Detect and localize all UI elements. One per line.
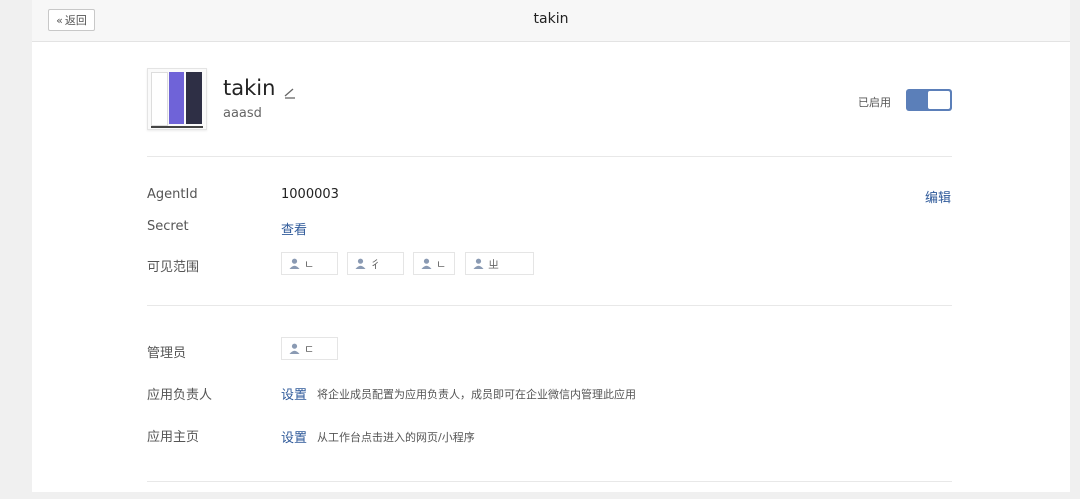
page-title: takin: [533, 11, 569, 27]
admin-member-name: ㄷ: [304, 342, 315, 356]
secret-label: Secret: [147, 219, 189, 234]
app-description: aaasd: [223, 106, 262, 121]
homepage-label: 应用主页: [147, 430, 200, 445]
top-bar: « 返回 takin: [32, 0, 1070, 42]
scope-member-chip[interactable]: ㄓ: [465, 252, 534, 275]
status-label: 已启用: [858, 96, 891, 109]
divider: [147, 481, 952, 482]
agentid-value: 1000003: [281, 187, 339, 202]
app-name: takin: [223, 76, 276, 100]
app-detail-panel: « 返回 takin takin aaasd 已启用 AgentId 10000…: [32, 0, 1070, 492]
scope-label: 可见范围: [147, 260, 200, 275]
scope-member-chip[interactable]: ㄴ: [281, 252, 338, 275]
homepage-set-link[interactable]: 设置: [281, 427, 307, 446]
app-name-row: takin: [223, 76, 297, 100]
owner-label: 应用负责人: [147, 388, 213, 403]
secret-view-link[interactable]: 查看: [281, 219, 307, 238]
divider: [147, 305, 952, 306]
person-icon: [289, 258, 300, 269]
pencil-edit-icon[interactable]: [283, 81, 297, 99]
scope-member-chip[interactable]: ㄴ: [413, 252, 455, 275]
scope-member-name: ㄴ: [304, 257, 315, 271]
person-icon: [473, 258, 484, 269]
agentid-label: AgentId: [147, 187, 198, 202]
enable-toggle[interactable]: [906, 89, 952, 111]
scope-member-name: ㄓ: [488, 257, 499, 271]
person-icon: [421, 258, 432, 269]
admin-label: 管理员: [147, 346, 187, 361]
toggle-knob: [928, 91, 950, 109]
person-icon: [289, 343, 300, 354]
owner-set-link[interactable]: 设置: [281, 384, 307, 403]
scope-member-name: 彳: [370, 257, 381, 271]
app-logo: [147, 68, 207, 130]
divider: [147, 156, 952, 157]
scope-member-name: ㄴ: [436, 257, 447, 271]
admin-member-chip[interactable]: ㄷ: [281, 337, 338, 360]
owner-description: 将企业成员配置为应用负责人，成员即可在企业微信内管理此应用: [317, 388, 636, 401]
homepage-description: 从工作台点击进入的网页/小程序: [317, 431, 475, 444]
person-icon: [355, 258, 366, 269]
scope-member-chip[interactable]: 彳: [347, 252, 404, 275]
edit-link[interactable]: 编辑: [925, 187, 951, 206]
